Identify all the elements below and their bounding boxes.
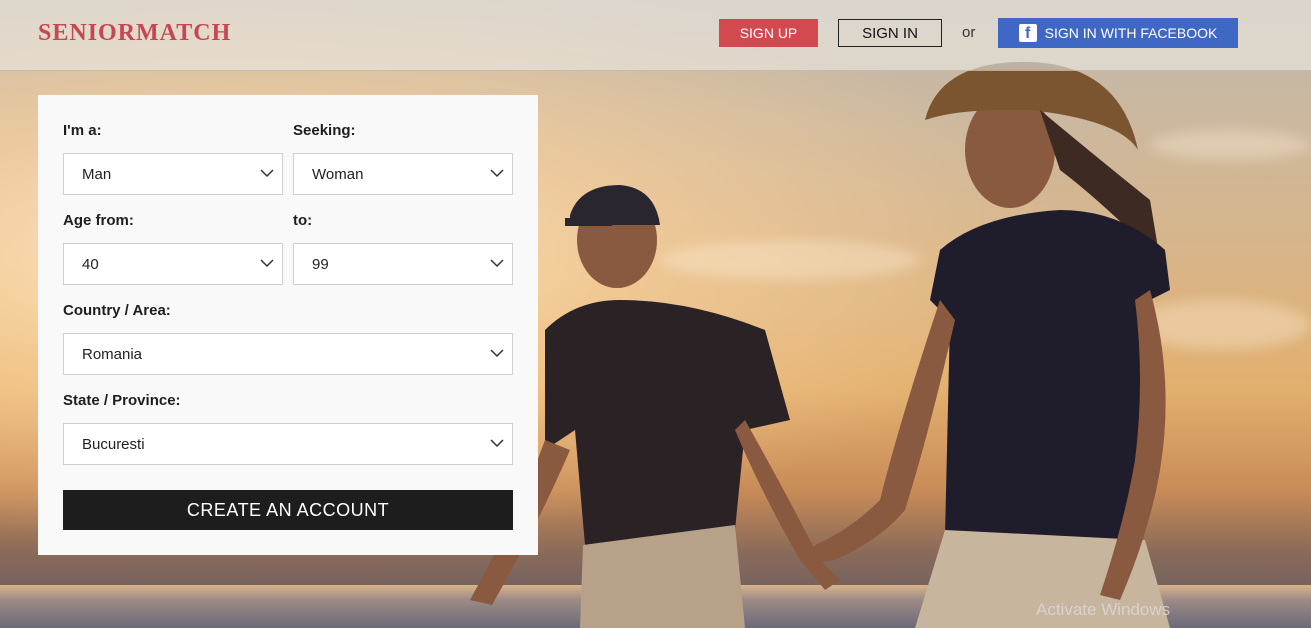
seeking-select[interactable]: Woman xyxy=(293,153,513,195)
chevron-down-icon xyxy=(490,439,504,448)
chevron-down-icon xyxy=(260,259,274,268)
or-separator: or xyxy=(962,24,976,41)
activate-windows-watermark: Activate Windows xyxy=(1036,600,1171,619)
iam-label: I'm a: xyxy=(63,122,102,139)
age-to-select[interactable]: 99 xyxy=(293,243,513,285)
chevron-down-icon xyxy=(490,259,504,268)
age-from-label: Age from: xyxy=(63,212,134,229)
seeking-label: Seeking: xyxy=(293,122,356,139)
country-select[interactable]: Romania xyxy=(63,333,513,375)
seeking-select-value: Woman xyxy=(312,165,364,183)
iam-select-value: Man xyxy=(82,165,112,183)
facebook-sign-in-button[interactable]: f SIGN IN WITH FACEBOOK xyxy=(998,18,1238,48)
age-from-select[interactable]: 40 xyxy=(63,243,283,285)
create-account-button[interactable]: CREATE AN ACCOUNT xyxy=(63,490,513,530)
country-label: Country / Area: xyxy=(63,302,171,319)
age-to-label: to: xyxy=(293,212,313,229)
state-value: Bucuresti xyxy=(82,435,145,453)
facebook-sign-in-label: SIGN IN WITH FACEBOOK xyxy=(1044,25,1218,41)
chevron-down-icon xyxy=(490,169,504,178)
age-from-value: 40 xyxy=(82,255,99,273)
sign-in-button[interactable]: SIGN IN xyxy=(838,19,942,47)
state-select[interactable]: Bucuresti xyxy=(63,423,513,465)
iam-select[interactable]: Man xyxy=(63,153,283,195)
signup-form-panel: I'm a: Seeking: Man Woman Age from: to: … xyxy=(38,95,538,555)
country-value: Romania xyxy=(82,345,143,363)
age-to-value: 99 xyxy=(312,255,329,273)
site-logo[interactable]: SENIORMATCH xyxy=(38,20,231,47)
facebook-icon: f xyxy=(1018,24,1037,42)
chevron-down-icon xyxy=(260,169,274,178)
chevron-down-icon xyxy=(490,349,504,358)
state-label: State / Province: xyxy=(63,392,181,409)
sign-up-button[interactable]: SIGN UP xyxy=(719,19,818,47)
site-header: SENIORMATCH SIGN UP SIGN IN or f SIGN IN… xyxy=(0,0,1311,71)
